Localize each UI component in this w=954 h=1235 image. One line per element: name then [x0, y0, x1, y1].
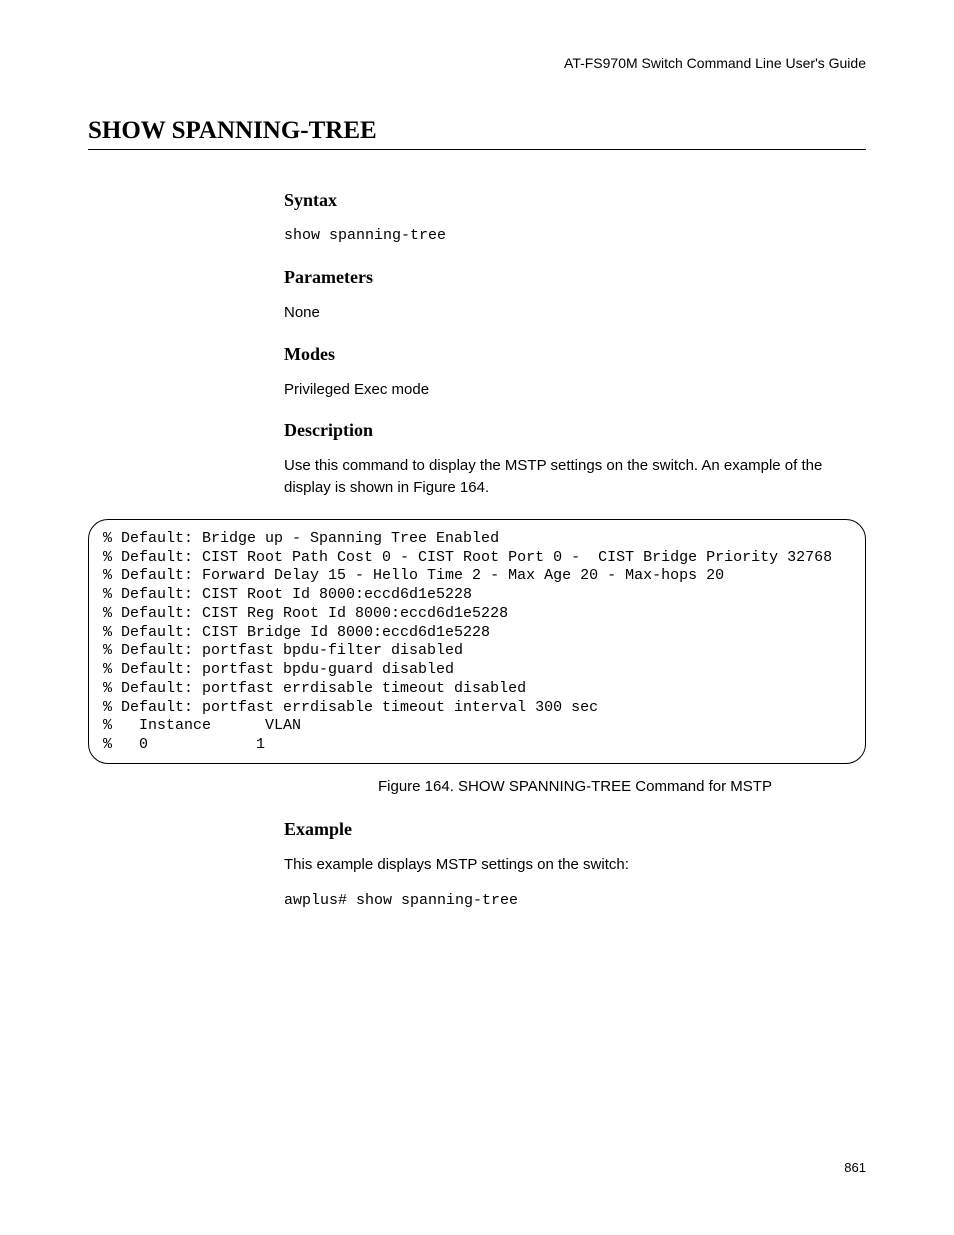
page-title: SHOW SPANNING-TREE [88, 117, 866, 150]
page-number: 861 [844, 1160, 866, 1175]
parameters-body: None [284, 302, 866, 324]
figure-caption: Figure 164. SHOW SPANNING-TREE Command f… [284, 778, 866, 795]
example-body: This example displays MSTP settings on t… [284, 854, 866, 876]
modes-body: Privileged Exec mode [284, 379, 866, 401]
syntax-body: show spanning-tree [284, 225, 866, 247]
code-output-box: % Default: Bridge up - Spanning Tree Ena… [88, 519, 866, 764]
description-heading: Description [284, 420, 866, 441]
example-heading: Example [284, 819, 866, 840]
modes-heading: Modes [284, 344, 866, 365]
description-body: Use this command to display the MSTP set… [284, 455, 866, 499]
example-command: awplus# show spanning-tree [284, 890, 866, 912]
document-header: AT-FS970M Switch Command Line User's Gui… [88, 55, 866, 71]
parameters-heading: Parameters [284, 267, 866, 288]
syntax-heading: Syntax [284, 190, 866, 211]
